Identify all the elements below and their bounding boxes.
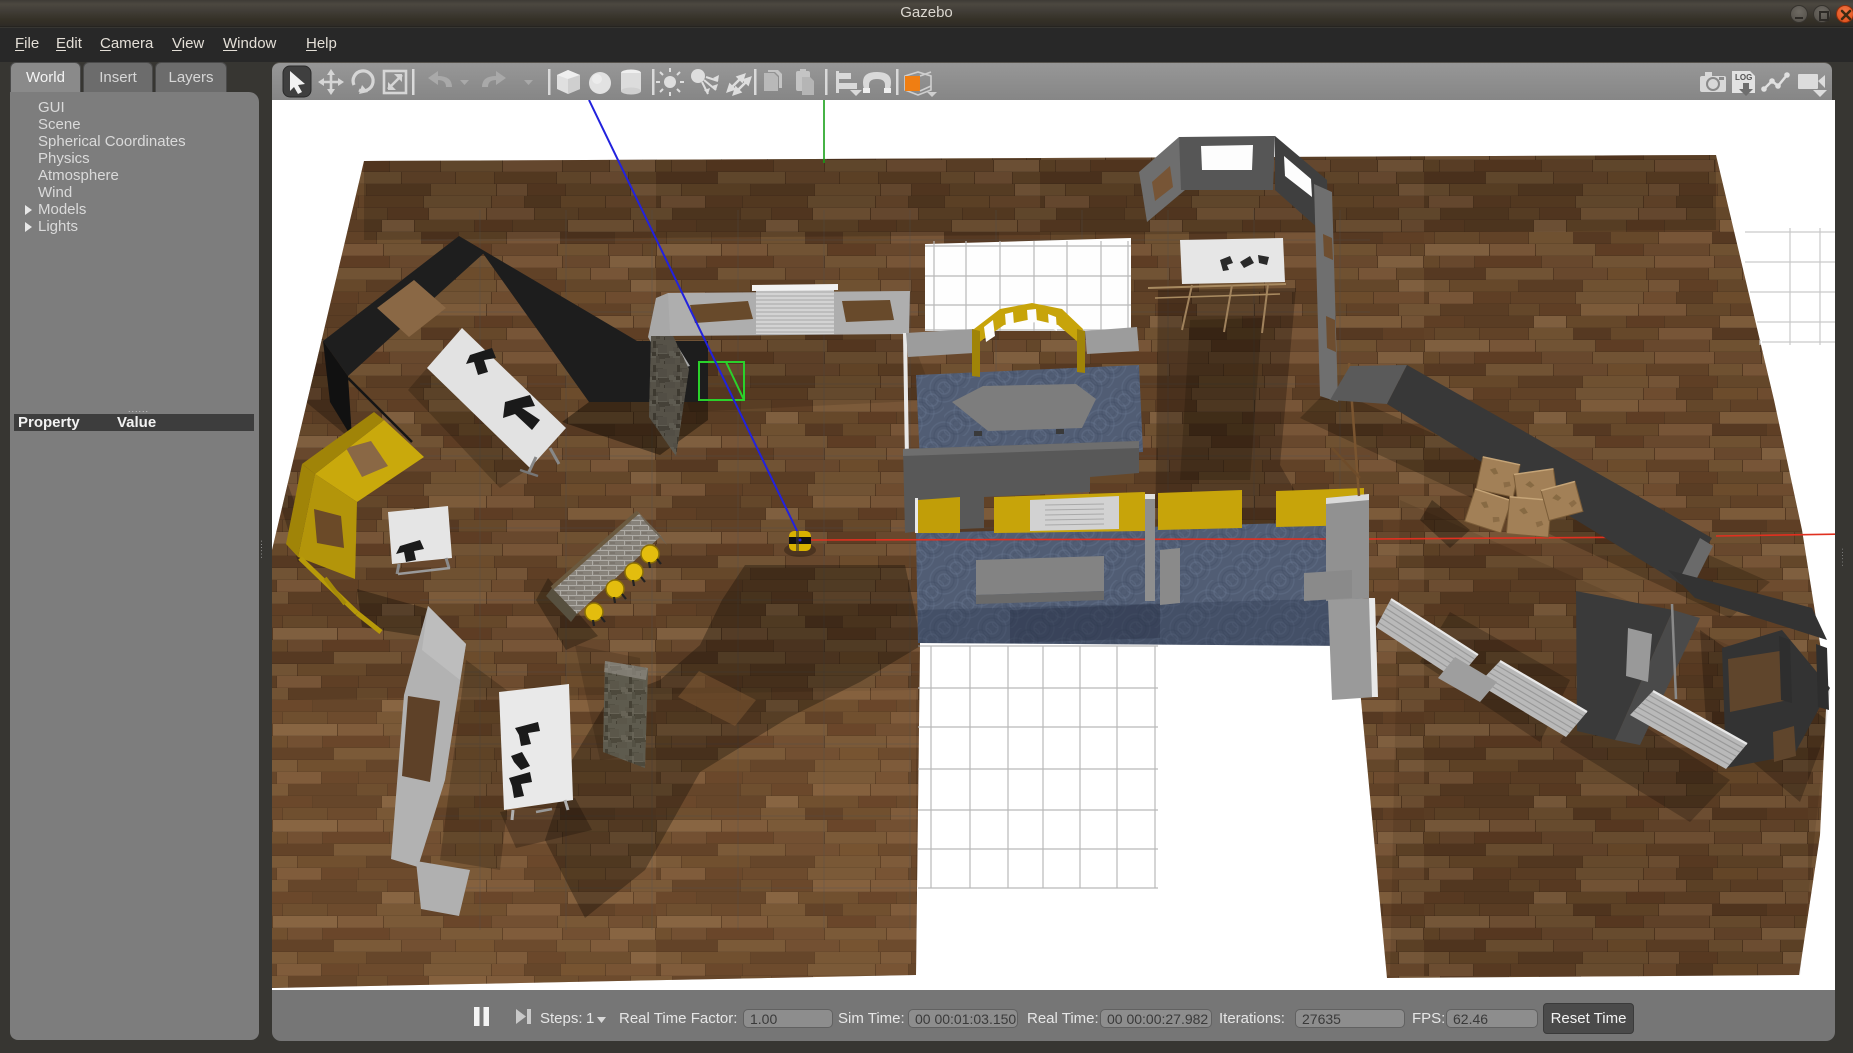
svg-text:LOG: LOG [1735,73,1752,82]
